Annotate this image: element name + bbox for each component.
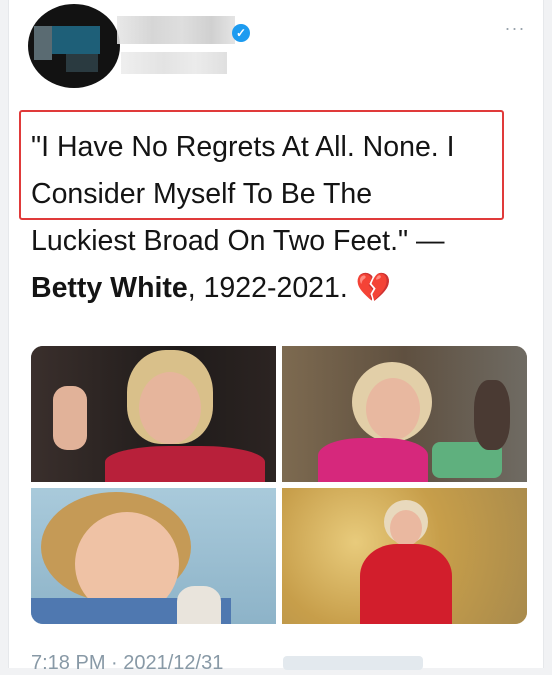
- tweet-text-line: Luckiest Broad On Two Feet." —: [31, 225, 445, 257]
- photo-4[interactable]: [282, 488, 527, 624]
- author-avatar[interactable]: [28, 4, 120, 88]
- avatar-blur-block: [34, 26, 52, 60]
- avatar-blur-block: [66, 54, 98, 72]
- broken-heart-emoji: 💔: [355, 272, 392, 304]
- tweet-card: ✓ ··· "I Have No Regrets At All. None. I…: [8, 0, 544, 674]
- photo-3[interactable]: [31, 488, 276, 624]
- avatar-blur-block: [50, 26, 100, 54]
- author-handle-redacted[interactable]: [121, 52, 227, 74]
- author-name-redacted[interactable]: [117, 16, 235, 44]
- media-grid: [31, 346, 527, 624]
- photo-2[interactable]: [282, 346, 527, 482]
- tweet-text: "I Have No Regrets At All. None. I Consi…: [31, 124, 531, 312]
- tweet-text-line: Consider Myself To Be The: [31, 178, 373, 210]
- attribution-years: , 1922-2021.: [187, 272, 356, 304]
- photo-1[interactable]: [31, 346, 276, 482]
- verified-badge-icon: ✓: [232, 24, 250, 42]
- attribution-name: Betty White: [31, 272, 188, 304]
- tweet-timestamp[interactable]: 7:18 PM · 2021/12/31: [31, 652, 223, 675]
- tweet-text-line-attribution: Betty White, 1922-2021. 💔: [31, 265, 531, 312]
- more-options-icon[interactable]: ···: [503, 19, 527, 40]
- tweet-text-line: "I Have No Regrets At All. None. I: [31, 131, 455, 163]
